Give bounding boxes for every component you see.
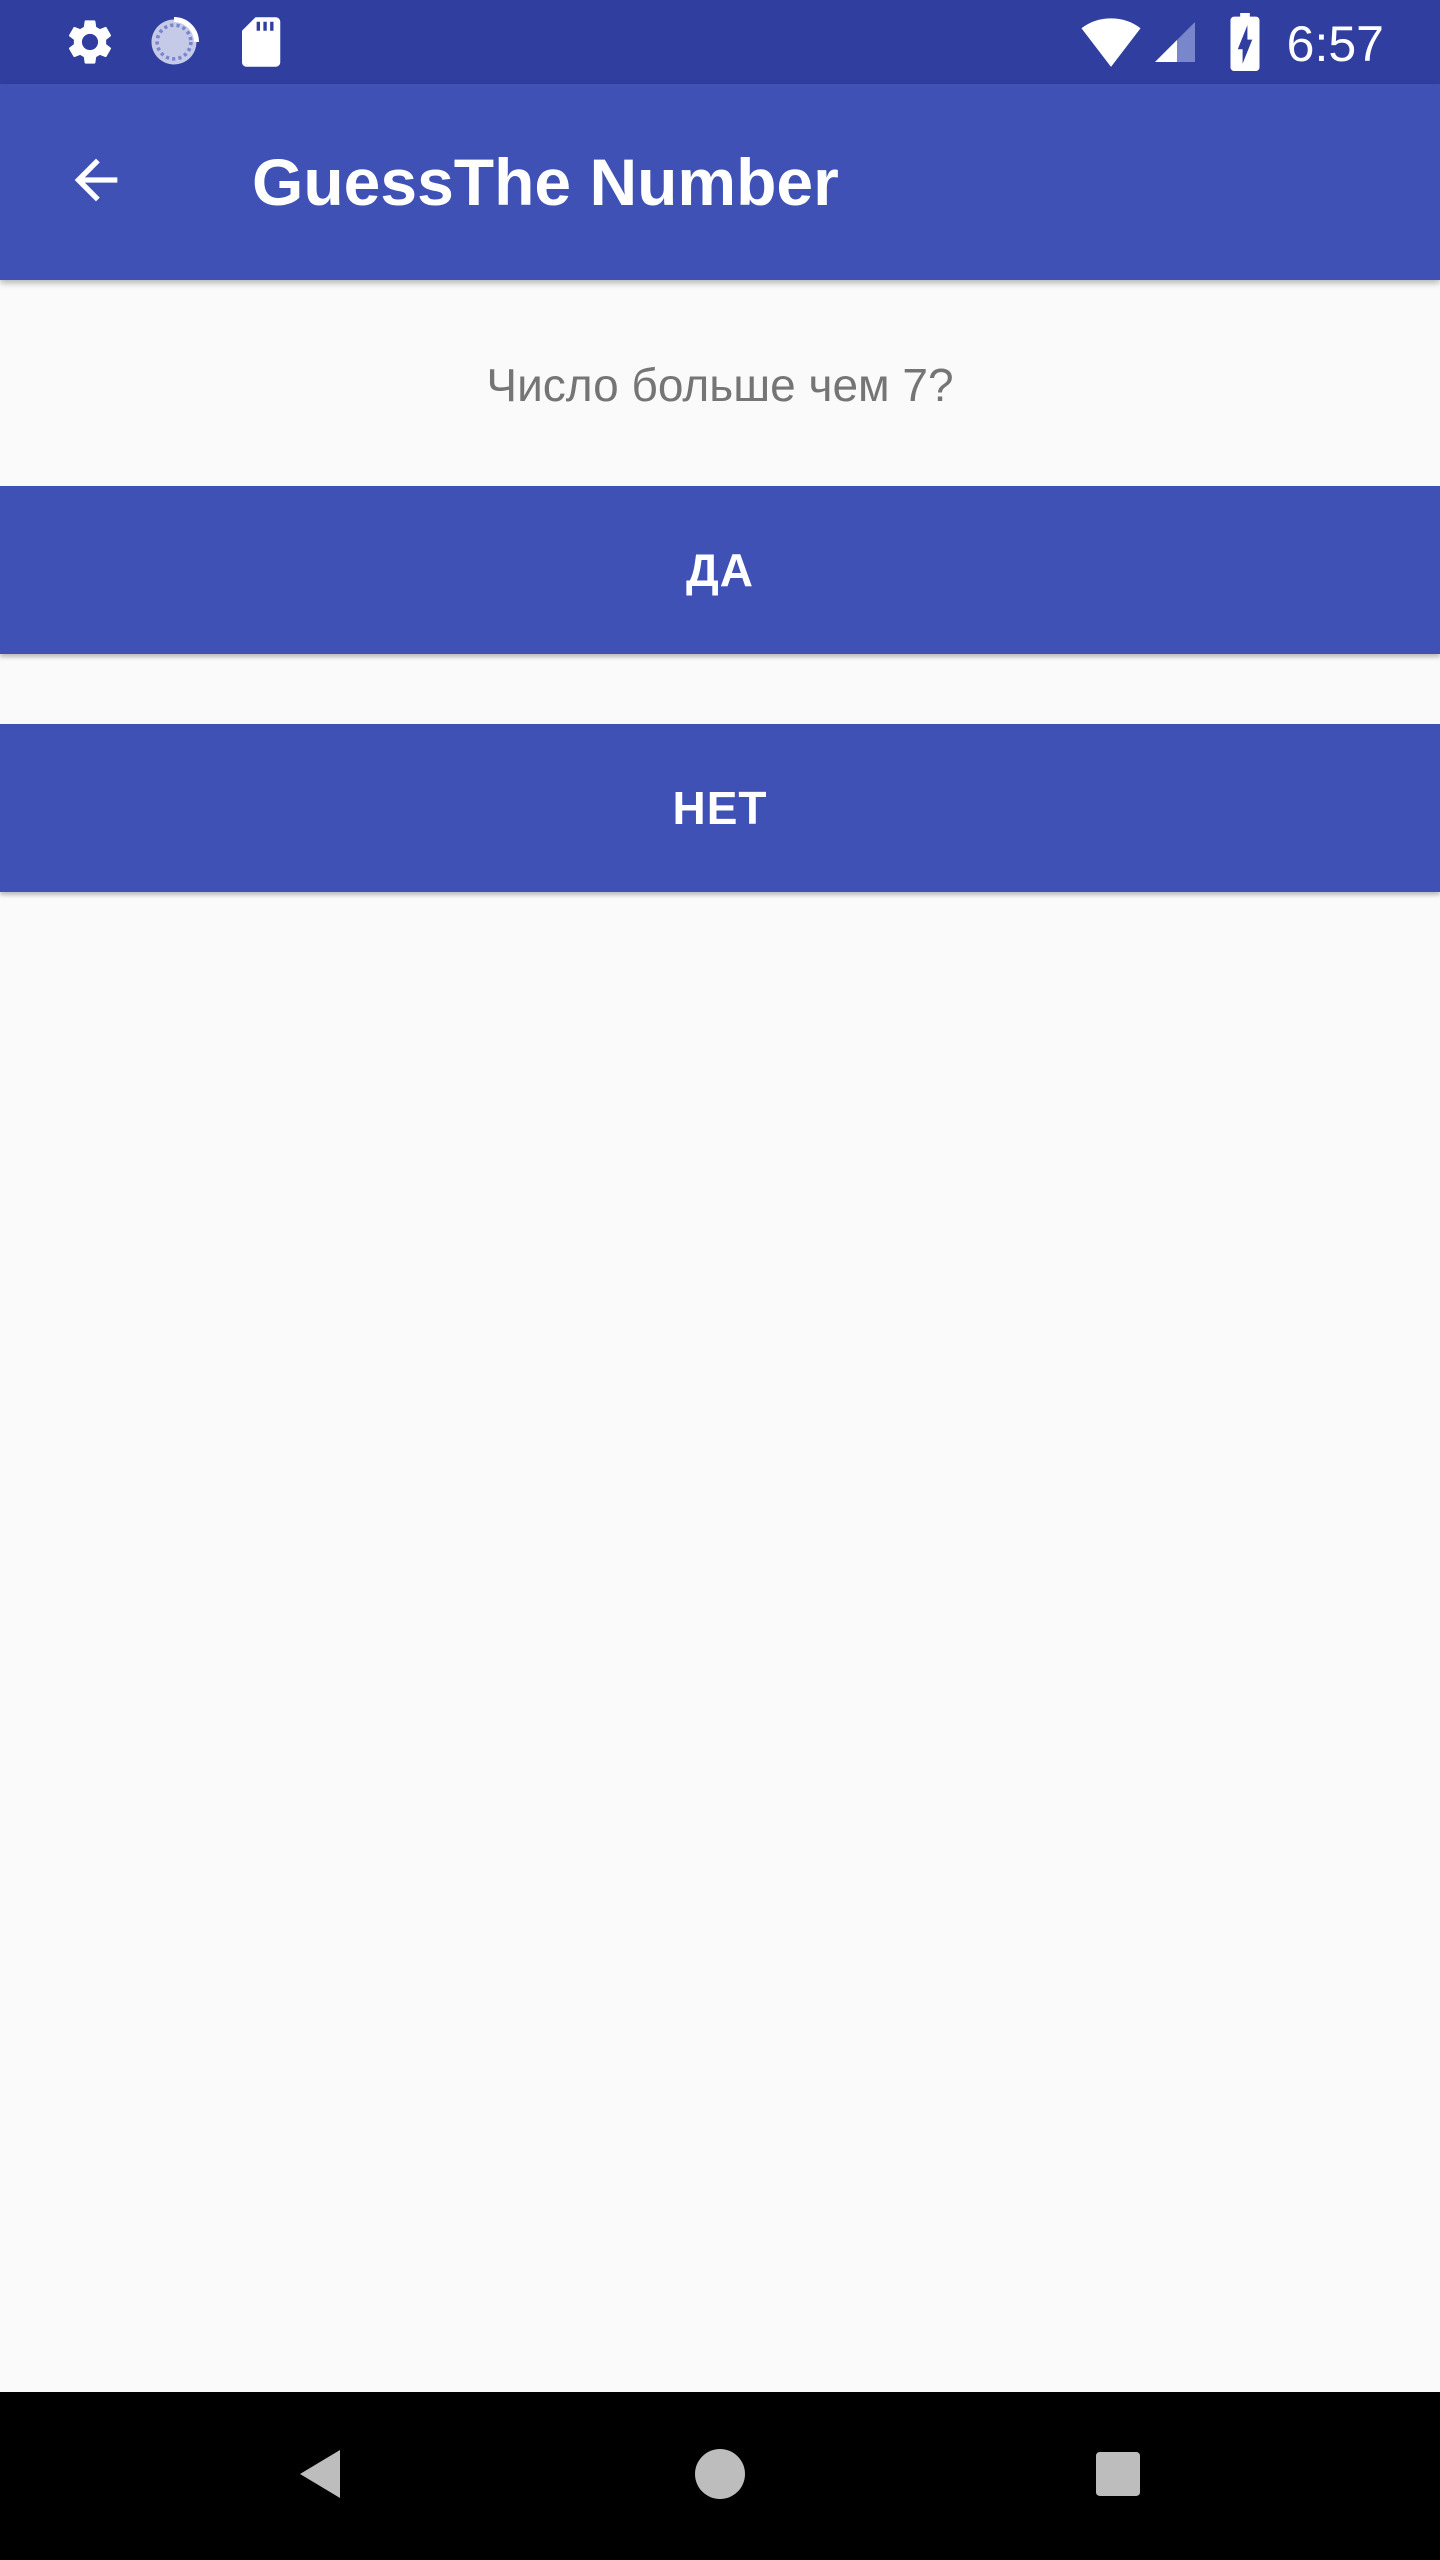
sync-icon <box>146 0 202 84</box>
status-bar: 6:57 <box>0 0 1440 84</box>
status-clock: 6:57 <box>1286 16 1384 72</box>
cellular-signal-icon <box>1150 0 1200 84</box>
nav-home-button[interactable] <box>636 2392 804 2560</box>
question-text: Число больше чем 7? <box>486 359 954 411</box>
settings-icon <box>62 0 118 84</box>
navigation-bar <box>0 2392 1440 2560</box>
wifi-icon <box>1078 0 1144 84</box>
nav-back-button[interactable] <box>236 2392 404 2560</box>
page-title: GuessThe Number <box>252 145 839 219</box>
no-button[interactable]: НЕТ <box>0 724 1440 892</box>
yes-button[interactable]: ДА <box>0 486 1440 654</box>
arrow-back-icon <box>64 148 128 217</box>
app-bar: GuessThe Number <box>0 84 1440 280</box>
back-button[interactable] <box>48 134 144 230</box>
battery-charging-icon <box>1228 0 1262 84</box>
sd-card-icon <box>234 0 286 84</box>
nav-recents-button[interactable] <box>1034 2392 1202 2560</box>
recents-square-icon <box>1096 2451 1140 2501</box>
back-triangle-icon <box>296 2448 344 2505</box>
home-circle-icon <box>695 2448 745 2504</box>
